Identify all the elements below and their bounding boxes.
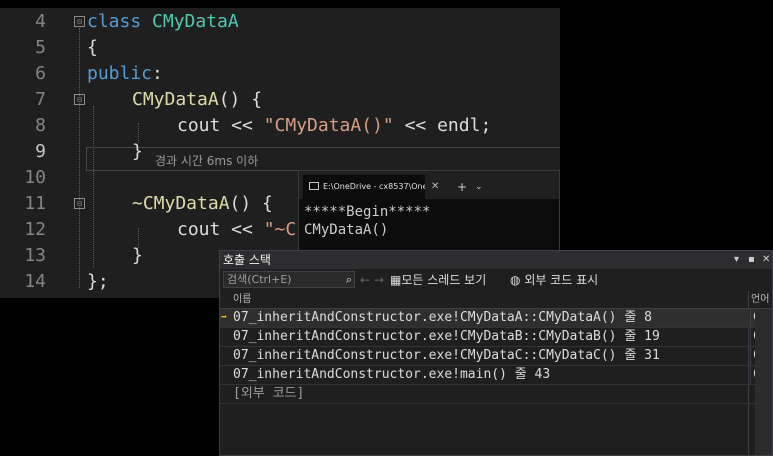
code-line: ~CMyDataA() { [132,193,273,214]
code-line: public: [87,63,163,84]
line-number: 7 [35,89,46,110]
show-external-code-button[interactable]: ◍ 외부 코드 표시 [510,271,598,289]
new-tab-button[interactable]: + [457,175,467,199]
call-stack-frame[interactable]: 07_inheritAndConstructor.exe!main() 줄 43… [220,366,772,385]
panel-title: 호출 스택 [223,253,271,267]
code-line: { [87,37,98,58]
code-line: cout << "CMyDataA()" << endl; [177,115,492,136]
vertical-scrollbar[interactable] [755,309,772,455]
line-number: 13 [24,245,46,266]
console-output-line: CMyDataA() [304,222,389,238]
code-line: } [132,141,143,162]
console-titlebar[interactable]: E:\OneDrive - cx8537\OneDi ✕ + ⌄ [299,171,559,199]
fold-toggle-icon[interactable]: ⊟ [74,16,85,27]
show-all-threads-button[interactable]: ▦모든 스레드 보기 [390,271,486,289]
external-code-frame[interactable]: [외부 코드] [220,385,772,404]
line-number: 4 [35,11,46,32]
chevron-down-icon[interactable]: ⌄ [475,175,483,199]
code-line: } [132,245,143,266]
perf-tip[interactable]: 경과 시간 6ms 이하 [155,152,258,169]
indent-guide [93,106,94,268]
line-number: 12 [24,219,46,240]
nav-forward-button[interactable]: → [374,271,384,289]
call-stack-toolbar: 검색(Ctrl+E) ⌕ ← → ▦모든 스레드 보기 ◍ 외부 코드 표시 [220,269,772,291]
column-header-row: 이름 언어 [220,291,772,309]
call-stack-frame-current[interactable]: ➡ 07_inheritAndConstructor.exe!CMyDataA:… [220,309,772,328]
console-tab-title: E:\OneDrive - cx8537\OneDi [323,182,425,191]
line-number: 6 [35,63,46,84]
search-placeholder: 검색(Ctrl+E) [227,273,292,286]
column-header-lang[interactable]: 언어 [751,291,769,309]
code-line: cout << "~C [177,219,297,240]
close-tab-icon[interactable]: ✕ [431,175,439,199]
call-stack-list: ➡ 07_inheritAndConstructor.exe!CMyDataA:… [220,309,772,404]
fold-guide [79,28,80,288]
line-number: 5 [35,37,46,58]
line-number: 10 [24,167,46,188]
line-number: 14 [24,271,46,292]
call-stack-frame[interactable]: 07_inheritAndConstructor.exe!CMyDataC::C… [220,347,772,366]
call-stack-titlebar: 호출 스택 ▾ ▪ ✕ [220,251,772,269]
column-header-name[interactable]: 이름 [233,291,251,309]
pin-icon[interactable]: ▪ [748,251,755,269]
code-line: class CMyDataA [87,11,239,32]
nav-back-button[interactable]: ← [360,271,370,289]
console-output-line: *****Begin***** [304,204,431,220]
console-tab[interactable]: E:\OneDrive - cx8537\OneDi [303,175,425,199]
current-frame-arrow-icon: ➡ [221,312,228,323]
search-input[interactable]: 검색(Ctrl+E) ⌕ [223,271,355,288]
close-icon[interactable]: ✕ [762,251,770,269]
search-icon: ⌕ [345,273,352,286]
window-position-icon[interactable]: ▾ [734,251,739,269]
code-line: }; [87,271,109,292]
external-code-icon: ◍ [510,273,521,287]
threads-icon: ▦ [390,273,402,287]
terminal-icon [309,182,319,190]
line-number: 11 [24,193,46,214]
call-stack-frame[interactable]: 07_inheritAndConstructor.exe!CMyDataB::C… [220,328,772,347]
code-line: CMyDataA() { [132,89,263,110]
call-stack-panel[interactable]: 호출 스택 ▾ ▪ ✕ 검색(Ctrl+E) ⌕ ← → ▦모든 스레드 보기 … [219,250,773,456]
line-number-current: 9 [35,141,46,162]
line-number: 8 [35,115,46,136]
